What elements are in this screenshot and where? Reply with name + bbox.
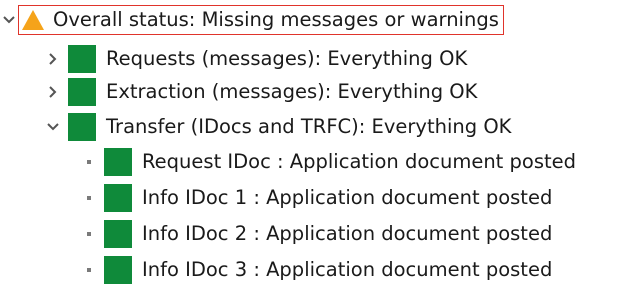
node-label: Info IDoc 1 : Application document poste… [142, 186, 553, 210]
focused-node-frame[interactable]: Overall status: Missing messages or warn… [18, 5, 504, 35]
leaf-bullet-icon [80, 261, 98, 279]
tree-node-info-idoc-2[interactable]: Info IDoc 2 : Application document poste… [80, 217, 552, 251]
tree-node-request-idoc[interactable]: Request IDoc : Application document post… [80, 145, 576, 179]
tree-node-info-idoc-1[interactable]: Info IDoc 1 : Application document poste… [80, 181, 552, 215]
warning-triangle-icon [21, 9, 45, 31]
chevron-right-icon[interactable] [44, 83, 62, 101]
tree-node-requests[interactable]: Requests (messages): Everything OK [44, 42, 467, 76]
green-status-icon [104, 256, 132, 284]
chevron-down-icon[interactable] [44, 118, 62, 136]
leaf-bullet-icon [80, 225, 98, 243]
tree-node-transfer[interactable]: Transfer (IDocs and TRFC): Everything OK [44, 110, 511, 144]
node-label: Request IDoc : Application document post… [142, 150, 577, 174]
green-status-icon [68, 45, 96, 73]
green-status-icon [68, 113, 96, 141]
node-label: Info IDoc 3 : Application document poste… [142, 258, 553, 282]
chevron-right-icon[interactable] [44, 50, 62, 68]
green-status-icon [104, 220, 132, 248]
status-tree: Overall status: Missing messages or warn… [0, 0, 639, 291]
tree-node-extraction[interactable]: Extraction (messages): Everything OK [44, 75, 477, 109]
green-status-icon [104, 148, 132, 176]
node-label: Info IDoc 2 : Application document poste… [142, 222, 553, 246]
tree-node-overall-status[interactable]: Overall status: Missing messages or warn… [0, 3, 504, 37]
node-label: Requests (messages): Everything OK [106, 47, 468, 71]
leaf-bullet-icon [80, 153, 98, 171]
node-label: Extraction (messages): Everything OK [106, 80, 478, 104]
node-label: Transfer (IDocs and TRFC): Everything OK [106, 115, 512, 139]
chevron-down-icon[interactable] [0, 11, 18, 29]
tree-node-info-idoc-3[interactable]: Info IDoc 3 : Application document poste… [80, 253, 552, 287]
green-status-icon [68, 78, 96, 106]
leaf-bullet-icon [80, 189, 98, 207]
green-status-icon [104, 184, 132, 212]
node-label: Overall status: Missing messages or warn… [53, 8, 499, 32]
